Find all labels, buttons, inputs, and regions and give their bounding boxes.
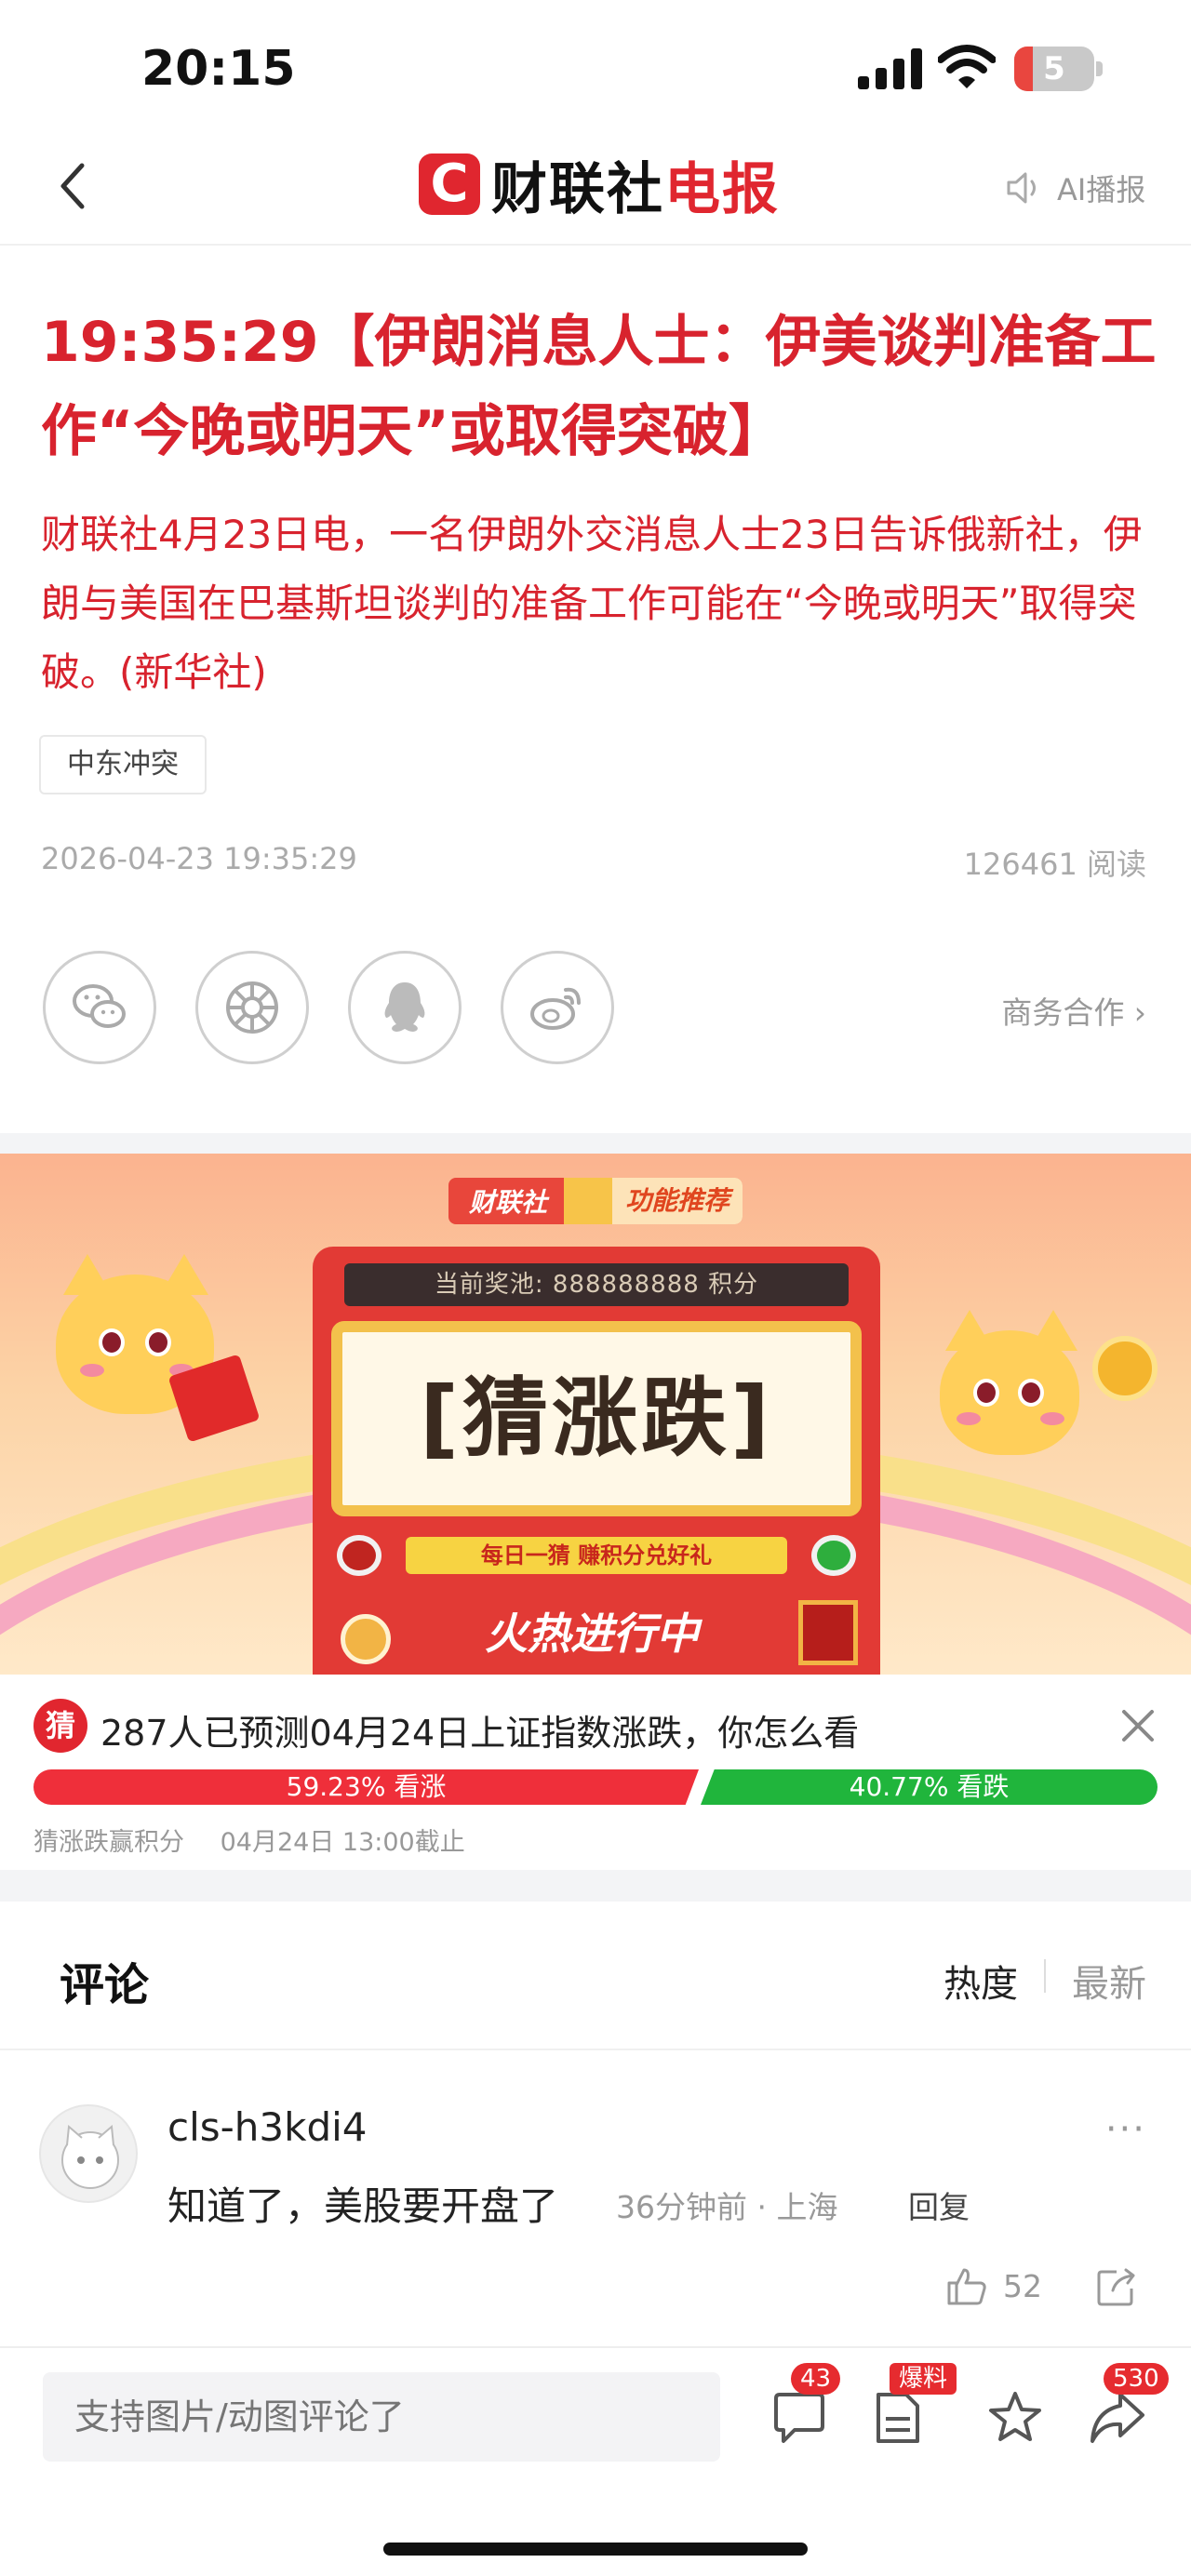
sort-new-tab[interactable]: 最新 <box>1072 1954 1146 2008</box>
daily-guess-label: 每日一猜 赚积分兑好礼 <box>406 1537 787 1574</box>
share-icon[interactable] <box>1096 2266 1137 2307</box>
article-body: 财联社4月23日电，一名伊朗外交消息人士23日告诉俄新社，伊朗与美国在巴基斯坦谈… <box>41 512 1143 695</box>
topic-tag[interactable]: 中东冲突 <box>39 735 207 794</box>
sort-divider <box>1044 1959 1046 1993</box>
reply-button[interactable]: 回复 <box>908 2182 970 2227</box>
game-title: [猜涨跌] <box>419 1368 774 1468</box>
comments-header: 评论 热度 最新 <box>0 1902 1191 2050</box>
ai-broadcast-button[interactable]: AI播报 <box>1005 166 1145 210</box>
comment-meta: 36分钟前 · 上海 <box>616 2189 838 2225</box>
share-count-badge: 530 <box>1104 2363 1169 2395</box>
wifi-icon <box>938 45 996 88</box>
section-divider <box>0 1870 1191 1902</box>
hot-status-label: 火热进行中 <box>485 1608 699 1659</box>
tip-off-icon[interactable] <box>869 2389 927 2447</box>
bottom-action-bar: 43 爆料 530 <box>0 2346 1191 2576</box>
home-indicator <box>383 2543 808 2556</box>
share-weibo-button[interactable] <box>501 951 614 1064</box>
like-button[interactable]: 52 <box>945 2264 1042 2307</box>
guess-footer-label: 猜涨跌赢积分 <box>33 1828 184 1857</box>
brand-name: 财联社 <box>491 156 664 222</box>
signal-icon <box>858 48 922 89</box>
feature-chip: 财联社 功能推荐 <box>448 1178 743 1224</box>
gift-box-icon <box>564 1178 612 1224</box>
game-machine: 当前奖池: 888888888 积分 [猜涨跌] 每日一猜 赚积分兑好礼 火热进… <box>313 1247 880 1675</box>
share-moments-button[interactable] <box>195 951 309 1064</box>
speaker-icon <box>1007 172 1036 204</box>
battery-icon: 5 <box>1014 47 1104 91</box>
read-count: 126461 阅读 <box>963 847 1146 882</box>
sort-hot-tab[interactable]: 热度 <box>943 1954 1018 2008</box>
comment-input[interactable] <box>43 2372 720 2462</box>
feature-chip-label: 功能推荐 <box>612 1178 743 1224</box>
guess-footer: 猜涨跌赢积分 04月24日 13:00截止 <box>33 1822 493 1858</box>
forward-share-icon[interactable] <box>1089 2389 1146 2447</box>
vote-down-bar[interactable]: 40.77% 看跌 <box>701 1769 1158 1805</box>
share-qq-button[interactable] <box>348 951 462 1064</box>
like-count: 52 <box>1003 2267 1042 2304</box>
share-wechat-button[interactable] <box>43 951 156 1064</box>
comment-count-badge: 43 <box>791 2363 841 2395</box>
business-cooperation-link[interactable]: 商务合作 › <box>1001 988 1146 1033</box>
tip-off-badge: 爆料 <box>890 2363 957 2395</box>
comment-icon[interactable] <box>770 2389 828 2447</box>
battery-level: 5 <box>1043 50 1065 87</box>
brand-suffix: 电报 <box>664 156 780 222</box>
guess-badge-icon: 猜 <box>33 1699 87 1753</box>
guess-game-banner[interactable]: 财联社 功能推荐 当前奖池: 888888888 积分 [猜涨跌] 每日一猜 赚… <box>0 1154 1191 1675</box>
status-bar: 20:15 5 <box>0 0 1191 130</box>
feature-chip-brand: 财联社 <box>469 1187 548 1218</box>
guess-question[interactable]: 287人已预测04月24日上证指数涨跌，你怎么看 <box>100 1704 859 1755</box>
brand-logo: C 财联社 电报 <box>419 149 780 222</box>
favorite-star-icon[interactable] <box>986 2389 1044 2447</box>
avatar[interactable] <box>39 2104 138 2203</box>
thumbs-up-icon <box>947 2268 986 2305</box>
article-title: 19:35:29【伊朗消息人士：伊美谈判准备工作“今晚或明天”或取得突破】 <box>41 310 1157 464</box>
prize-slot <box>798 1600 858 1665</box>
green-button-icon <box>811 1535 856 1576</box>
nav-bar: C 财联社 电报 AI播报 <box>0 130 1191 246</box>
mascot-cat-right <box>940 1310 1079 1455</box>
wechat-icon <box>73 984 126 1028</box>
comments-title: 评论 <box>60 1959 150 2011</box>
comment-username[interactable]: cls-h3kdi4 <box>167 2104 368 2150</box>
more-options-icon[interactable]: ··· <box>1105 2108 1146 2151</box>
game-screen: [猜涨跌] <box>331 1321 862 1516</box>
guess-deadline: 04月24日 13:00截止 <box>220 1828 465 1857</box>
prize-pool: 当前奖池: 888888888 积分 <box>344 1263 849 1306</box>
avatar-cat-icon <box>61 2124 119 2189</box>
brand-logo-mark: C <box>419 153 480 215</box>
qq-icon <box>384 982 425 1032</box>
comment-text: 知道了，美股要开盘了 <box>167 2183 559 2229</box>
ai-broadcast-label: AI播报 <box>1057 172 1146 207</box>
guess-panel: 猜 287人已预测04月24日上证指数涨跌，你怎么看 59.23% 看涨 40.… <box>0 1675 1191 1870</box>
moments-icon <box>226 981 278 1034</box>
weibo-icon <box>530 987 581 1030</box>
status-time: 20:15 <box>141 41 296 97</box>
section-divider <box>0 1133 1191 1154</box>
vote-up-bar[interactable]: 59.23% 看涨 <box>33 1769 699 1805</box>
close-icon[interactable] <box>1118 1706 1158 1745</box>
gold-coin-icon <box>1092 1336 1158 1401</box>
coin-slot-icon <box>341 1614 391 1664</box>
back-icon[interactable] <box>52 156 93 216</box>
red-button-icon <box>337 1535 381 1576</box>
publish-date: 2026-04-23 19:35:29 <box>41 841 357 876</box>
